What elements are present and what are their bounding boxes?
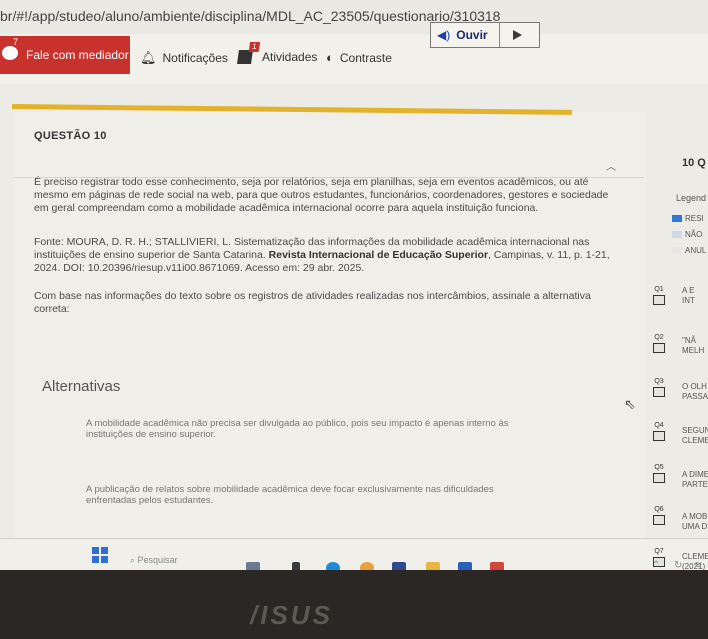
listen-player[interactable]: ◀) Ouvir — [430, 22, 540, 48]
task-view-icon[interactable] — [292, 562, 300, 570]
talk-to-mediator-button[interactable]: 7 Fale com mediador — [0, 36, 130, 74]
legend-swatch — [672, 247, 682, 254]
contrast-icon: ◐ — [326, 50, 334, 65]
listen-label: Ouvir — [456, 28, 488, 42]
notifications-button[interactable]: 🔔︎ Notificações — [140, 50, 228, 66]
list-icon — [653, 431, 665, 441]
device-brand-logo: /ISUS — [250, 600, 333, 630]
notifications-label: Notificações — [162, 51, 228, 65]
sidebar-question-preview[interactable]: A MOBILIDUMA DIMEI — [682, 512, 708, 532]
sidebar-question-preview[interactable]: O OLH PASSA — [682, 382, 708, 402]
preview-line: MELH — [682, 346, 705, 355]
app-icon[interactable] — [392, 562, 406, 570]
question-text: É preciso registrar todo esse conhecimen… — [34, 176, 609, 214]
list-icon — [653, 343, 665, 353]
legend-label: RESI — [685, 214, 704, 223]
sidebar-question-preview[interactable]: A E INT — [682, 286, 695, 306]
legend-swatch — [672, 215, 682, 222]
question-prompt: Com base nas informações do texto sobre … — [34, 290, 591, 315]
mouse-cursor-icon: ⇖ — [624, 396, 636, 412]
legend-label: ANUL — [685, 246, 707, 255]
widgets-icon[interactable] — [246, 562, 260, 570]
preview-line: PARTE QU — [682, 480, 708, 489]
sync-icon[interactable]: ↻ — [674, 560, 682, 570]
legend-item-annulled: ANUL — [672, 246, 706, 255]
sidebar-title: 10 Q — [682, 157, 706, 169]
copilot-icon[interactable] — [360, 562, 374, 570]
question-number: Q4 — [654, 422, 664, 429]
file-explorer-icon[interactable] — [426, 562, 440, 570]
contrast-label: Contraste — [339, 50, 392, 65]
mediator-badge: 7 — [13, 37, 19, 47]
bell-icon: 🔔︎ — [140, 50, 157, 65]
preview-line: A E — [682, 286, 695, 295]
search-icon: ⌕ — [130, 555, 138, 565]
legend-item-unanswered: NÃO — [672, 230, 702, 239]
address-bar[interactable]: br/#!/app/studeo/aluno/ambiente/discipli… — [0, 0, 708, 34]
activities-button[interactable]: 1 Atividades — [237, 42, 318, 64]
sidebar-question-q3[interactable]: Q3 — [648, 378, 670, 397]
activities-badge: 1 — [248, 42, 261, 52]
question-number: Q1 — [654, 286, 664, 293]
search-placeholder: Pesquisar — [137, 555, 178, 565]
question-number: Q7 — [654, 548, 664, 555]
sidebar-question-q1[interactable]: Q1 — [648, 286, 670, 305]
sidebar-question-q4[interactable]: Q4 — [648, 422, 670, 441]
legend-swatch — [672, 231, 682, 238]
legend-label: NÃO — [685, 230, 703, 239]
preview-line: PASSA — [682, 392, 708, 401]
legend-item-answered: RESI — [672, 214, 704, 223]
preview-line: "NÃ — [682, 336, 696, 345]
edge-icon[interactable] — [326, 562, 340, 570]
sidebar-question-q6[interactable]: Q6 — [648, 506, 670, 525]
question-number: Q6 — [654, 506, 664, 513]
source-journal: Revista Internacional de Educação Superi… — [268, 249, 489, 261]
preview-line: INT — [682, 296, 695, 305]
wifi-icon[interactable]: ≋ — [694, 560, 702, 570]
list-icon — [653, 295, 665, 305]
activities-icon: 1 — [237, 42, 261, 64]
windows-start-icon[interactable] — [92, 547, 108, 563]
question-number: Q5 — [654, 464, 664, 471]
player-divider — [499, 23, 500, 47]
preview-line: UMA DIMEI — [682, 522, 708, 531]
preview-line: A DIMEN — [682, 470, 708, 479]
activities-label: Atividades — [262, 50, 318, 64]
contrast-button[interactable]: ◐ Contraste — [326, 50, 392, 65]
sidebar-question-q5[interactable]: Q5 — [648, 464, 670, 483]
alternatives-title: Alternativas — [42, 378, 121, 395]
legend-title: Legend — [676, 193, 707, 203]
speaker-icon: ◀) — [437, 28, 451, 42]
question-title: QUESTÃO 10 — [34, 130, 107, 142]
play-icon[interactable] — [513, 30, 522, 40]
list-icon — [653, 515, 665, 525]
preview-line: O OLH — [682, 382, 707, 391]
sidebar-question-preview[interactable]: "NÃ MELH — [682, 336, 704, 356]
list-icon — [653, 473, 665, 483]
collapse-chevron-icon[interactable]: ︿ — [606, 158, 616, 173]
question-source: Fonte: MOURA, D. R. H.; STALLIVIERI, L. … — [34, 236, 614, 275]
question-number: Q3 — [654, 378, 664, 385]
app-icon[interactable] — [490, 562, 504, 570]
alternative-option[interactable]: A publicação de relatos sobre mobilidade… — [86, 484, 546, 506]
sidebar-question-preview[interactable]: A DIMENPARTE QU — [682, 470, 708, 490]
alternative-option[interactable]: A mobilidade acadêmica não precisa ser d… — [86, 418, 546, 440]
sidebar-question-preview[interactable]: SEGUNICLEMEN — [682, 426, 708, 446]
question-number: Q2 — [654, 334, 664, 341]
preview-line: CLEMEN — [682, 436, 708, 445]
sidebar-question-q2[interactable]: Q2 — [648, 334, 670, 353]
mediator-label: Fale com mediador — [26, 48, 129, 62]
screen: br/#!/app/studeo/aluno/ambiente/discipli… — [0, 0, 708, 570]
chat-icon — [2, 46, 18, 60]
store-icon[interactable] — [458, 562, 472, 570]
preview-line: A MOBILID — [682, 512, 708, 521]
chevron-up-icon[interactable]: ⌃ — [652, 560, 660, 570]
top-toolbar: 7 Fale com mediador 🔔︎ Notificações 1 At… — [0, 34, 708, 84]
preview-line: SEGUNI — [682, 426, 708, 435]
url-text: br/#!/app/studeo/aluno/ambiente/discipli… — [0, 8, 501, 24]
taskbar-search[interactable]: ⌕ Pesquisar — [130, 555, 178, 566]
list-icon — [653, 387, 665, 397]
